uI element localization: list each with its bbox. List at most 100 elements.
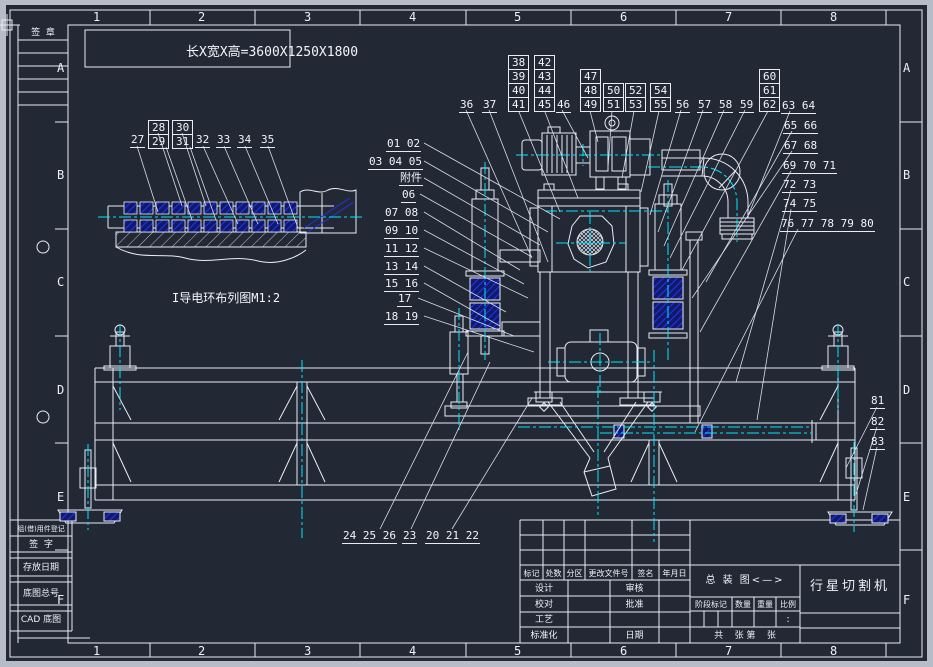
zone-label: A: [57, 62, 64, 74]
zone-label: 1: [93, 11, 100, 23]
tb-approve: 批准: [610, 600, 659, 610]
callout-label: 23: [402, 530, 417, 544]
callout-label: 17: [397, 293, 412, 307]
tb-weight: 重量: [754, 600, 776, 610]
zone-label: 6: [620, 11, 627, 23]
zone-label: 6: [620, 645, 627, 657]
callout-label: 72 73: [782, 179, 817, 193]
zone-label: 3: [304, 11, 311, 23]
tb-process: 工艺: [520, 615, 568, 625]
callout-label: 2829: [148, 120, 169, 149]
zone-label: 5: [514, 645, 521, 657]
tb-header-mark: 标记: [520, 569, 543, 579]
callout-label: 46: [556, 99, 571, 113]
side-strip-row-register: 组(借)用件登记: [11, 524, 71, 534]
callout-label: 58: [718, 99, 733, 113]
zone-label: 4: [409, 11, 416, 23]
tb-date: 日期: [610, 631, 659, 641]
callout-label: 5051: [603, 83, 624, 112]
callout-label: 24 25 26: [342, 530, 397, 544]
side-strip-header: 签 章: [20, 28, 66, 38]
callout-label: 27: [130, 134, 145, 148]
callout-label: 33: [216, 134, 231, 148]
machine-frame: [58, 325, 892, 525]
callout-label: 82: [870, 416, 885, 430]
zone-label: D: [57, 384, 64, 396]
callout-label: 07 08: [384, 207, 419, 221]
zone-label: F: [903, 594, 910, 606]
tb-standard: 标准化: [520, 631, 568, 641]
callout-label: 83: [870, 436, 885, 450]
callout-label: 36: [459, 99, 474, 113]
callout-label: 01 02: [386, 138, 421, 152]
callout-label: 56: [675, 99, 690, 113]
tb-proof: 校对: [520, 600, 568, 610]
callout-label: 20 21 22: [425, 530, 480, 544]
tb-header-date: 年月日: [659, 569, 690, 579]
zone-label: 8: [830, 645, 837, 657]
zone-label: E: [903, 491, 910, 503]
callout-label: 606162: [759, 69, 780, 112]
zone-label: A: [903, 62, 910, 74]
tb-header-signature: 签名: [632, 569, 659, 579]
cad-sheet: 长X宽X高=3600X1250X1800 I导电环布列图M1:2 签 章 组(借…: [0, 0, 933, 667]
tb-sheet-note: 共 张 第 张: [690, 631, 800, 641]
callout-label: 63 64: [781, 100, 816, 114]
zone-label: B: [57, 169, 64, 181]
zone-label: 8: [830, 11, 837, 23]
centerlines: [88, 144, 854, 542]
tb-check: 审核: [610, 584, 659, 594]
size-note: 长X宽X高=3600X1250X1800: [186, 41, 358, 60]
callout-label: 81: [870, 395, 885, 409]
detail-ring-view: [108, 188, 356, 262]
callout-label: 3031: [172, 120, 193, 149]
tb-scale: 比例: [776, 600, 800, 610]
zone-label: 2: [198, 645, 205, 657]
zone-label: 1: [93, 645, 100, 657]
zone-label: 4: [409, 645, 416, 657]
side-strip-row-sign: 签 字: [11, 540, 71, 550]
side-strip-row-storedate: 存放日期: [11, 563, 71, 573]
tb-scale-value: :: [776, 615, 800, 625]
zone-label: D: [903, 384, 910, 396]
callout-label: 15 16: [384, 278, 419, 292]
callout-label: 03 04 05: [368, 156, 423, 170]
tb-header-count: 处数: [543, 569, 564, 579]
tb-qty: 数量: [732, 600, 754, 610]
leader-lines: [137, 110, 877, 529]
machine-body: [445, 116, 754, 496]
callout-label: 67 68: [783, 140, 818, 154]
zone-label: 3: [304, 645, 311, 657]
tb-header-zone: 分区: [564, 569, 585, 579]
zone-label: C: [57, 276, 64, 288]
zone-label: 7: [725, 11, 732, 23]
zone-label: C: [903, 276, 910, 288]
callout-label: 附件: [399, 172, 423, 186]
callout-label: 09 10: [384, 225, 419, 239]
tb-assembly-label: 总 装 图<—>: [690, 576, 800, 586]
callout-label: 42434445: [534, 55, 555, 112]
tb-product-name: 行星切割机: [800, 582, 900, 592]
zone-label: B: [903, 169, 910, 181]
callout-label: 06: [401, 189, 416, 203]
callout-label: 32: [195, 134, 210, 148]
zone-label: F: [57, 594, 64, 606]
callout-label: 65 66: [783, 120, 818, 134]
callout-label: 57: [697, 99, 712, 113]
callout-label: 37: [482, 99, 497, 113]
callout-label: 74 75: [782, 198, 817, 212]
callout-label: 18 19: [384, 311, 419, 325]
tb-header-changedoc: 更改文件号: [585, 569, 632, 579]
callout-label: 59: [739, 99, 754, 113]
callout-label: 5455: [650, 83, 671, 112]
callout-label: 76 77 78 79 80: [780, 218, 875, 232]
callout-label: 474849: [580, 69, 601, 112]
tb-stage-mark: 阶段标记: [690, 600, 732, 610]
callout-label: 69 70 71: [782, 160, 837, 174]
callout-label: 38394041: [508, 55, 529, 112]
callout-label: 35: [260, 134, 275, 148]
side-strip-row-cad: CAD 底图: [11, 615, 71, 625]
tb-design: 设计: [520, 584, 568, 594]
callout-label: 5253: [625, 83, 646, 112]
zone-label: E: [57, 491, 64, 503]
